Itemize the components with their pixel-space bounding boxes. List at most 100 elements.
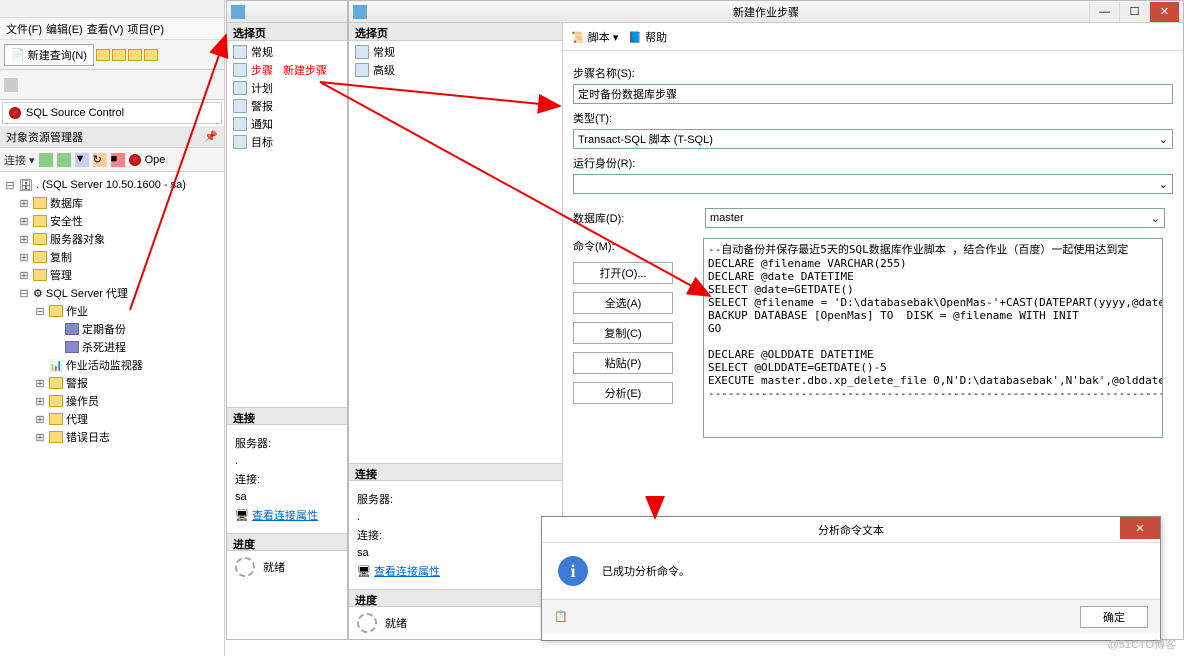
page-notifications[interactable]: 通知 bbox=[229, 115, 345, 133]
tree-management[interactable]: ⊞ 管理 bbox=[4, 266, 220, 284]
tree-proxies[interactable]: ⊞ 代理 bbox=[4, 410, 220, 428]
msg-body-text: 已成功分析命令。 bbox=[602, 563, 690, 579]
minimize-button[interactable]: — bbox=[1089, 2, 1119, 22]
close-button[interactable]: ✕ bbox=[1149, 2, 1179, 22]
menu-view[interactable]: 查看(V) bbox=[87, 21, 124, 37]
folder-icon bbox=[49, 377, 63, 389]
maximize-button[interactable]: ☐ bbox=[1119, 2, 1149, 22]
tree-jobs[interactable]: ⊟作业 bbox=[4, 302, 220, 320]
tree-job-kill[interactable]: 杀死进程 bbox=[4, 338, 220, 356]
connect-toolbar: 连接 ▾ ▼ ↻ ■ Ope bbox=[0, 148, 224, 172]
toggle-icon[interactable]: ⊞ bbox=[18, 233, 30, 246]
job-icon bbox=[65, 323, 79, 335]
sql-source-control-label: SQL Source Control bbox=[26, 107, 124, 119]
connect-icon-2[interactable] bbox=[57, 153, 71, 167]
toggle-icon[interactable]: ⊞ bbox=[18, 269, 30, 282]
select-page-header: 选择页 bbox=[227, 23, 347, 41]
node-label: 代理 bbox=[66, 411, 88, 427]
pin-icon[interactable]: 📌 bbox=[204, 130, 218, 143]
folder-icon bbox=[49, 395, 63, 407]
red-ball-icon[interactable] bbox=[129, 154, 141, 166]
type-select[interactable]: Transact-SQL 脚本 (T-SQL)⌄ bbox=[573, 129, 1173, 149]
toggle-icon[interactable]: ⊟ bbox=[18, 287, 30, 300]
tree-job-backup[interactable]: 定期备份 bbox=[4, 320, 220, 338]
stop-icon[interactable]: ■ bbox=[111, 153, 125, 167]
select-all-button[interactable]: 全选(A) bbox=[573, 292, 673, 314]
tree-security[interactable]: ⊞安全性 bbox=[4, 212, 220, 230]
toggle-icon[interactable]: ⊞ bbox=[34, 377, 46, 390]
toolbar-icon-3[interactable] bbox=[128, 49, 142, 61]
page-icon bbox=[355, 45, 369, 59]
page-advanced[interactable]: 高级 bbox=[351, 61, 560, 79]
database-select[interactable]: master⌄ bbox=[705, 208, 1165, 228]
toggle-icon[interactable]: ⊞ bbox=[34, 431, 46, 444]
view-conn-props-link[interactable]: 查看连接属性 bbox=[252, 510, 318, 522]
script-dropdown[interactable]: 📜 脚本 ▾ bbox=[571, 29, 618, 45]
node-label: 定期备份 bbox=[82, 321, 126, 337]
page-alerts[interactable]: 警报 bbox=[229, 97, 345, 115]
database-value: master bbox=[710, 212, 744, 224]
new-query-button[interactable]: 📄 新建查询(N) bbox=[4, 44, 94, 66]
paste-button[interactable]: 粘贴(P) bbox=[573, 352, 673, 374]
step-name-input[interactable] bbox=[573, 84, 1173, 104]
conn-label-2: 连接: bbox=[357, 527, 554, 543]
sql-source-control-tab[interactable]: SQL Source Control bbox=[2, 102, 222, 124]
toggle-icon[interactable]: ⊞ bbox=[18, 215, 30, 228]
page-general[interactable]: 常规 bbox=[229, 43, 345, 61]
tree-server-root[interactable]: ⊟🗄. (SQL Server 10.50.1600 - sa) bbox=[4, 176, 220, 194]
tree-operators[interactable]: ⊞操作员 bbox=[4, 392, 220, 410]
toolbar-icon-1[interactable] bbox=[96, 49, 110, 61]
tree-databases[interactable]: ⊞数据库 bbox=[4, 194, 220, 212]
open-btn-partial[interactable]: Ope bbox=[145, 154, 166, 166]
tree-activity-monitor[interactable]: 📊作业活动监视器 bbox=[4, 356, 220, 374]
ok-button[interactable]: 确定 bbox=[1080, 606, 1148, 628]
connect-icon-1[interactable] bbox=[39, 153, 53, 167]
page-label: 警报 bbox=[251, 98, 273, 114]
msg-close-button[interactable]: ✕ bbox=[1120, 517, 1160, 539]
page-targets[interactable]: 目标 bbox=[229, 133, 345, 151]
toggle-icon[interactable]: ⊟ bbox=[4, 179, 16, 192]
toggle-icon[interactable]: ⊟ bbox=[34, 305, 46, 318]
parse-button[interactable]: 分析(E) bbox=[573, 382, 673, 404]
folder-icon bbox=[33, 269, 47, 281]
refresh-icon[interactable]: ↻ bbox=[93, 153, 107, 167]
toolbar2-icon[interactable] bbox=[4, 78, 18, 92]
tree-error-log[interactable]: ⊞错误日志 bbox=[4, 428, 220, 446]
open-button[interactable]: 打开(O)... bbox=[573, 262, 673, 284]
tree-sql-agent[interactable]: ⊟⚙SQL Server 代理 bbox=[4, 284, 220, 302]
page-general-2[interactable]: 常规 bbox=[351, 43, 560, 61]
command-label: 命令(M): bbox=[573, 238, 693, 254]
command-textarea[interactable]: --自动备份并保存最近5天的SQL数据库作业脚本 ，结合作业（百度）一起使用达到… bbox=[703, 238, 1163, 438]
sql-source-control-icon bbox=[9, 107, 21, 119]
menu-edit[interactable]: 编辑(E) bbox=[46, 21, 83, 37]
tree-replication[interactable]: ⊞ 复制 bbox=[4, 248, 220, 266]
toggle-icon[interactable]: ⊞ bbox=[18, 197, 30, 210]
connect-dropdown[interactable]: 连接 ▾ bbox=[4, 152, 35, 168]
page-schedules[interactable]: 计划 bbox=[229, 79, 345, 97]
toggle-icon[interactable]: ⊞ bbox=[34, 413, 46, 426]
progress-block: 就绪 bbox=[227, 551, 347, 583]
page-icon bbox=[355, 63, 369, 77]
help-button[interactable]: 📘 帮助 bbox=[628, 29, 667, 45]
menu-file[interactable]: 文件(F) bbox=[6, 21, 42, 37]
select-page-list: 常规 步骤 新建步骤 计划 警报 通知 目标 bbox=[227, 41, 347, 153]
chevron-down-icon: ⌄ bbox=[1159, 133, 1168, 146]
database-label: 数据库(D): bbox=[573, 210, 693, 226]
menu-project[interactable]: 项目(P) bbox=[127, 21, 164, 37]
filter-icon[interactable]: ▼ bbox=[75, 153, 89, 167]
script-icon: 📜 bbox=[571, 32, 585, 44]
tree-alerts[interactable]: ⊞警报 bbox=[4, 374, 220, 392]
toolbar-icon-2[interactable] bbox=[112, 49, 126, 61]
toggle-icon[interactable]: ⊞ bbox=[18, 251, 30, 264]
tree-server-objects[interactable]: ⊞服务器对象 bbox=[4, 230, 220, 248]
page-steps[interactable]: 步骤 新建步骤 bbox=[229, 61, 345, 79]
node-label: 复制 bbox=[50, 249, 72, 265]
copy-button[interactable]: 复制(C) bbox=[573, 322, 673, 344]
toolbar-icon-4[interactable] bbox=[144, 49, 158, 61]
copy-msg-icon[interactable]: 📋 bbox=[554, 610, 568, 623]
toggle-icon[interactable]: ⊞ bbox=[34, 395, 46, 408]
view-conn-props-link-2[interactable]: 查看连接属性 bbox=[374, 566, 440, 578]
runas-select[interactable]: ⌄ bbox=[573, 174, 1173, 194]
node-label: 作业活动监视器 bbox=[66, 357, 143, 373]
node-label: 管理 bbox=[50, 267, 72, 283]
